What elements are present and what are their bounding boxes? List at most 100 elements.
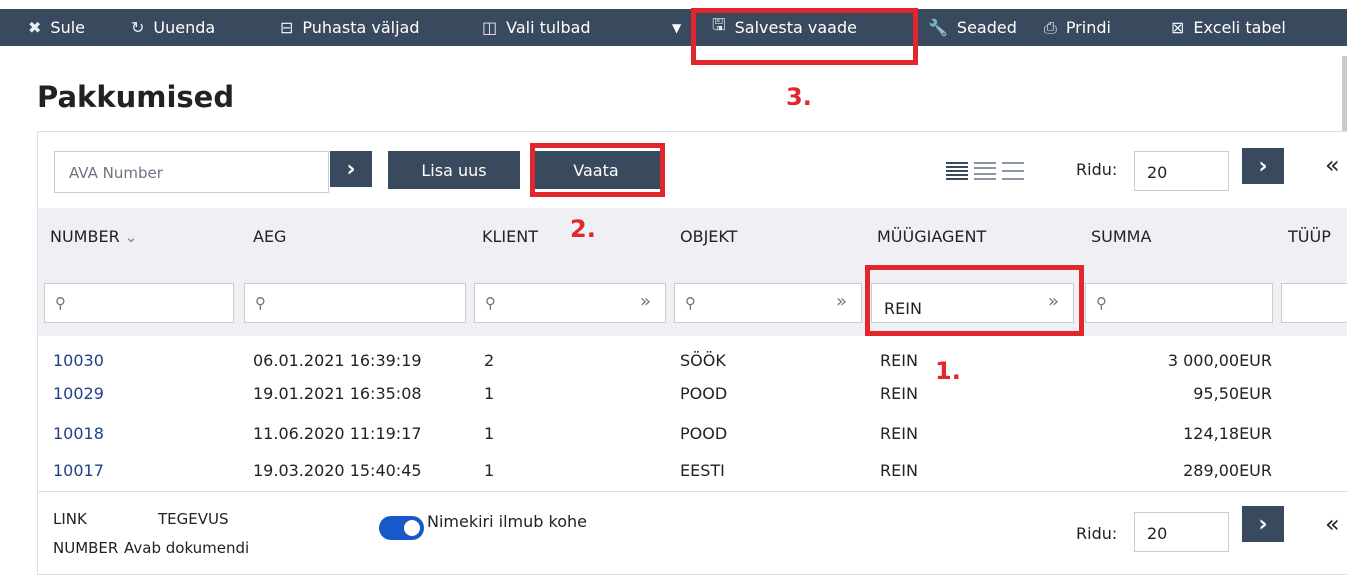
row-klient: 1 <box>484 424 495 443</box>
header-tuup[interactable]: TÜÜP <box>1288 227 1331 246</box>
expand-filter-icon[interactable]: » <box>836 291 847 312</box>
columns-icon: ◫ <box>482 18 498 37</box>
print-label: Prindi <box>1065 18 1111 37</box>
search-icon: ⚲ <box>1096 294 1107 312</box>
filter-tuup[interactable] <box>1281 283 1347 323</box>
row-agent: REIN <box>880 461 918 480</box>
row-number-link[interactable]: 10029 <box>53 384 104 403</box>
header-aeg[interactable]: AEG <box>253 227 286 246</box>
row-objekt: POOD <box>680 384 728 403</box>
refresh-button[interactable]: ↻ Uuenda <box>131 9 215 46</box>
number-input[interactable]: AVA Number <box>54 151 329 193</box>
excel-export-button[interactable]: ⊠ Exceli tabel <box>1171 9 1286 46</box>
close-label: Sule <box>50 18 85 37</box>
density-wide-icon[interactable] <box>1002 162 1024 180</box>
filter-summa[interactable]: ⚲ <box>1085 283 1273 323</box>
row-summa: 289,00EUR <box>1183 461 1272 480</box>
print-button[interactable]: ⎙ Prindi <box>1044 9 1111 46</box>
rows-input[interactable]: 20 <box>1134 151 1229 191</box>
row-objekt: EESTI <box>680 461 725 480</box>
page-title: Pakkumised <box>37 80 235 114</box>
settings-button[interactable]: 🔧 Seaded <box>928 9 1017 46</box>
row-agent: REIN <box>880 351 918 370</box>
footer-avab-label: Avab dokumendi <box>124 539 250 557</box>
excel-export-label: Exceli tabel <box>1193 18 1286 37</box>
row-objekt: POOD <box>680 424 728 443</box>
rows-label: Ridu: <box>1076 160 1118 179</box>
filter-objekt[interactable]: ⚲ » <box>674 283 862 323</box>
row-aeg: 11.06.2020 11:19:17 <box>253 424 422 443</box>
chevron-right-icon: › <box>346 156 356 182</box>
filter-klient[interactable]: ⚲ » <box>474 283 666 323</box>
footer-link-label: LINK <box>53 510 87 528</box>
chevron-right-icon: › <box>1258 511 1268 537</box>
search-icon: ⚲ <box>685 294 696 312</box>
header-summa[interactable]: SUMMA <box>1091 227 1151 246</box>
expand-filter-icon[interactable]: » <box>640 291 651 312</box>
select-columns-button[interactable]: ◫ Vali tulbad <box>482 9 591 46</box>
row-aeg: 06.01.2021 16:39:19 <box>253 351 422 370</box>
row-klient: 2 <box>484 351 495 370</box>
refresh-label: Uuenda <box>153 18 216 37</box>
filter-number[interactable]: ⚲ <box>44 283 234 323</box>
add-new-button[interactable]: Lisa uus <box>388 151 520 189</box>
row-summa: 95,50EUR <box>1193 384 1272 403</box>
row-aeg: 19.01.2021 16:35:08 <box>253 384 422 403</box>
columns-dropdown[interactable]: ▼ <box>672 9 681 46</box>
annotation-box-2 <box>530 143 665 197</box>
annotation-number-3: 3. <box>786 83 812 111</box>
row-aeg: 19.03.2020 15:40:45 <box>253 461 422 480</box>
footer-number-label: NUMBER <box>53 539 119 557</box>
row-number-link[interactable]: 10017 <box>53 461 104 480</box>
chevron-down-icon: ▼ <box>672 20 682 35</box>
annotation-box-3 <box>691 8 918 65</box>
open-number-button[interactable]: › <box>330 151 372 187</box>
refresh-icon: ↻ <box>131 18 145 37</box>
annotation-number-1: 1. <box>935 357 961 385</box>
row-klient: 1 <box>484 461 495 480</box>
settings-label: Seaded <box>956 18 1017 37</box>
header-klient[interactable]: KLIENT <box>482 227 538 246</box>
clear-fields-icon: ⊟ <box>280 18 294 37</box>
row-objekt: SÖÖK <box>680 351 726 370</box>
rows-apply-button[interactable]: › <box>1242 148 1284 184</box>
density-switcher <box>946 162 1024 180</box>
header-objekt[interactable]: OBJEKT <box>680 227 737 246</box>
chevron-right-icon: › <box>1258 153 1268 179</box>
footer-first-page-button[interactable]: « <box>1325 510 1340 538</box>
clear-fields-button[interactable]: ⊟ Puhasta väljad <box>280 9 419 46</box>
row-summa: 3 000,00EUR <box>1167 351 1272 370</box>
add-new-label: Lisa uus <box>421 160 487 180</box>
row-number-link[interactable]: 10018 <box>53 424 104 443</box>
sort-down-icon: ⌄ <box>124 228 138 246</box>
footer-rows-input[interactable]: 20 <box>1134 512 1229 552</box>
close-icon: ✖ <box>28 18 42 37</box>
filter-aeg[interactable]: ⚲ <box>244 283 466 323</box>
search-icon: ⚲ <box>485 294 496 312</box>
footer-rows-apply-button[interactable]: › <box>1242 506 1284 542</box>
header-muugiagent[interactable]: MÜÜGIAGENT <box>877 227 986 246</box>
clear-fields-label: Puhasta väljad <box>302 18 420 37</box>
density-compact-icon[interactable] <box>946 162 968 180</box>
double-chevron-left-icon: « <box>1325 510 1340 538</box>
row-number-link[interactable]: 10030 <box>53 351 104 370</box>
double-chevron-left-icon: « <box>1325 151 1340 179</box>
toggle-knob <box>404 520 420 536</box>
search-icon: ⚲ <box>55 294 66 312</box>
footer-rows-label: Ridu: <box>1076 524 1118 543</box>
close-button[interactable]: ✖ Sule <box>28 9 85 46</box>
instant-list-toggle[interactable] <box>379 516 424 540</box>
header-number-label: NUMBER <box>50 227 120 246</box>
select-columns-label: Vali tulbad <box>506 18 591 37</box>
density-normal-icon[interactable] <box>974 162 996 180</box>
annotation-box-1 <box>865 265 1084 336</box>
footer-tegevus-label: TEGEVUS <box>158 510 229 528</box>
row-agent: REIN <box>880 384 918 403</box>
annotation-number-2: 2. <box>570 215 596 243</box>
wrench-icon: 🔧 <box>928 18 948 37</box>
footer-divider <box>38 491 1347 492</box>
row-agent: REIN <box>880 424 918 443</box>
first-page-button[interactable]: « <box>1325 151 1340 179</box>
toggle-label: Nimekiri ilmub kohe <box>427 512 587 531</box>
header-number[interactable]: NUMBER ⌄ <box>50 227 137 246</box>
